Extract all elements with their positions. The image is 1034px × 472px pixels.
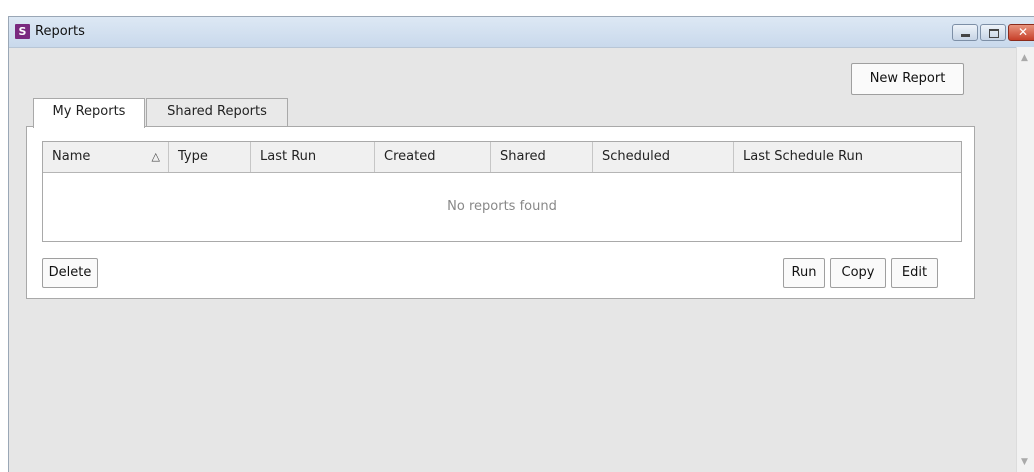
column-header-scheduled[interactable]: Scheduled [593, 142, 734, 172]
column-label: Last Schedule Run [743, 149, 864, 164]
scroll-down-arrow-icon[interactable]: ▼ [1021, 457, 1028, 467]
empty-table-message: No reports found [447, 199, 557, 214]
run-button[interactable]: Run [783, 258, 825, 288]
scroll-up-arrow-icon[interactable]: ▲ [1021, 53, 1028, 63]
window-title: Reports [35, 24, 85, 39]
column-label: Name [52, 149, 91, 164]
tab-my-reports[interactable]: My Reports [33, 98, 145, 128]
column-header-created[interactable]: Created [375, 142, 491, 172]
minimize-button[interactable] [952, 24, 978, 41]
edit-button[interactable]: Edit [891, 258, 938, 288]
column-header-shared[interactable]: Shared [491, 142, 593, 172]
reports-window: S Reports ✕ New Report My Reports Shared… [8, 16, 1034, 472]
column-header-last-run[interactable]: Last Run [251, 142, 375, 172]
close-button[interactable]: ✕ [1008, 24, 1034, 41]
sort-ascending-icon: △ [151, 150, 160, 163]
column-label: Scheduled [602, 149, 670, 164]
minimize-icon [961, 34, 970, 37]
reports-panel: Name △ Type Last Run Created Shared Sche… [26, 126, 975, 299]
copy-button[interactable]: Copy [830, 258, 886, 288]
title-bar[interactable]: S Reports ✕ [9, 17, 1034, 48]
vertical-scrollbar[interactable]: ▲ ▼ [1016, 47, 1034, 472]
column-header-last-schedule-run[interactable]: Last Schedule Run [734, 142, 961, 172]
tab-shared-reports[interactable]: Shared Reports [146, 98, 288, 126]
new-report-button[interactable]: New Report [851, 63, 964, 95]
maximize-icon [989, 29, 999, 38]
table-header: Name △ Type Last Run Created Shared Sche… [43, 142, 961, 173]
maximize-button[interactable] [980, 24, 1006, 41]
close-icon: ✕ [1018, 25, 1029, 39]
column-label: Type [178, 149, 208, 164]
column-label: Shared [500, 149, 546, 164]
column-label: Last Run [260, 149, 317, 164]
delete-button[interactable]: Delete [42, 258, 98, 288]
column-label: Created [384, 149, 436, 164]
column-header-name[interactable]: Name △ [43, 142, 169, 172]
column-header-type[interactable]: Type [169, 142, 251, 172]
window-controls: ✕ [950, 24, 1034, 41]
reports-table: Name △ Type Last Run Created Shared Sche… [42, 141, 962, 242]
app-icon: S [15, 24, 30, 39]
